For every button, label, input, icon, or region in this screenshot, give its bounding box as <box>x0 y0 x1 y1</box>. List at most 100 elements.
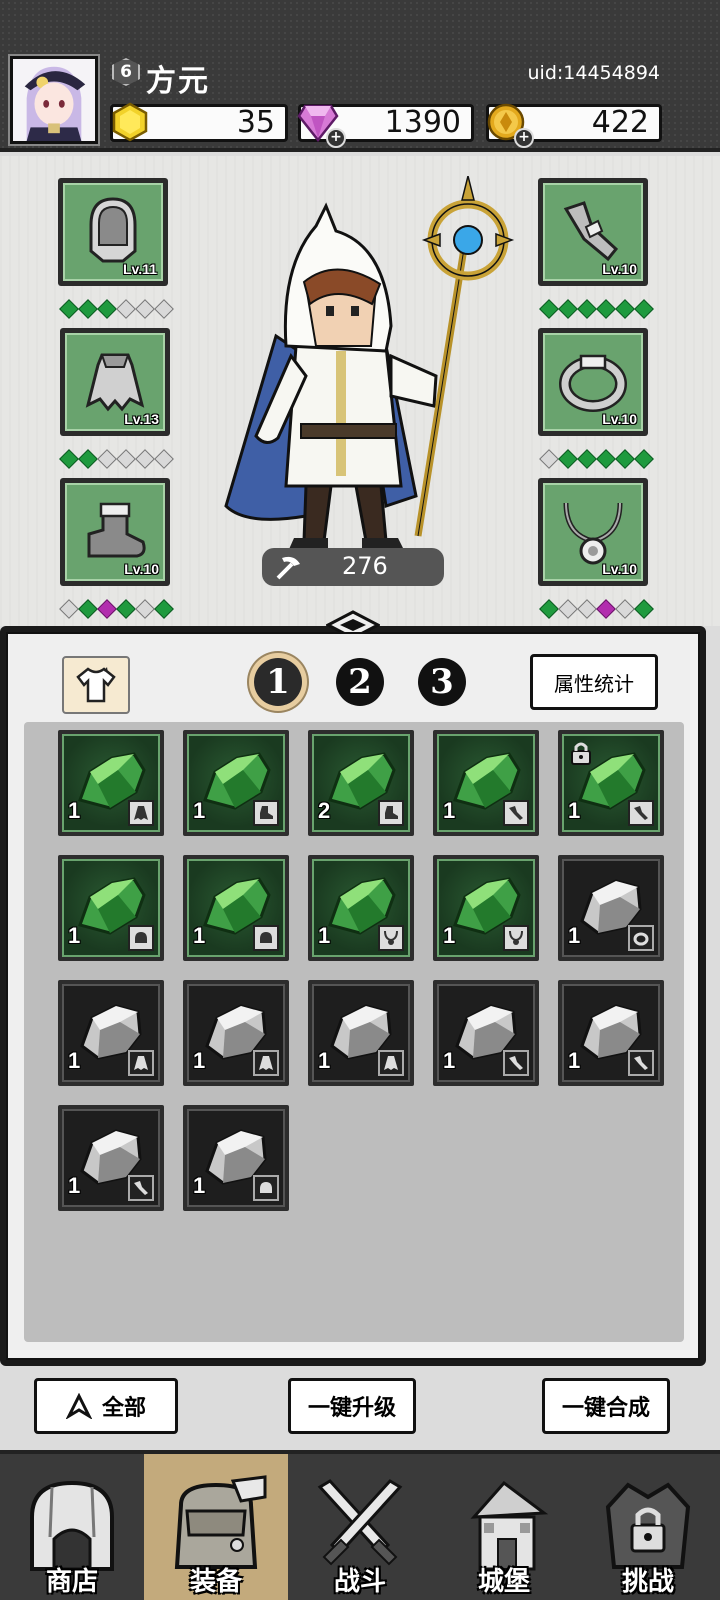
filter-all-button[interactable]: 全部 <box>34 1378 178 1434</box>
necklace-gems <box>539 599 654 619</box>
inventory-page-tab-1[interactable]: 1 <box>254 658 302 706</box>
gem-slot-1 <box>59 299 79 319</box>
combat-power-value: 276 <box>342 552 388 580</box>
wardrobe-button[interactable] <box>62 656 130 714</box>
inventory-item[interactable]: 1 <box>58 980 164 1086</box>
player-uid: uid:14454894 <box>527 62 661 84</box>
gem-slot-3 <box>97 299 117 319</box>
necklace-level: Lv.10 <box>602 561 637 577</box>
nav-challenge[interactable]: 挑战 <box>576 1454 720 1600</box>
gem-slot-6 <box>634 449 654 469</box>
inventory-item[interactable]: 1 <box>558 730 664 836</box>
item-count: 1 <box>568 798 581 823</box>
inventory-item-frame: 1 <box>562 859 660 957</box>
filter-all-label: 全部 <box>101 1395 146 1421</box>
gem-slot-3 <box>577 299 597 319</box>
merge-all-button[interactable]: 一键合成 <box>542 1378 670 1434</box>
gem-slot-5 <box>135 299 155 319</box>
nav-castle-label: 城堡 <box>477 1567 530 1597</box>
inventory-page-tab-2[interactable]: 2 <box>336 658 384 706</box>
inventory-item[interactable]: 1 <box>183 730 289 836</box>
nav-shop[interactable]: 商店 <box>0 1454 144 1600</box>
inventory-item[interactable]: 2 <box>308 730 414 836</box>
ring-icon <box>628 925 654 951</box>
bracer-icon <box>128 1175 154 1201</box>
nav-equipment[interactable]: 装备 <box>144 1454 288 1600</box>
inventory-panel: 1 2 3 属性统计 11211111111111111 <box>0 610 706 1366</box>
ring-slot[interactable]: Lv.10 <box>538 328 648 436</box>
swords-icon <box>317 1479 403 1566</box>
gem-slot-2 <box>78 449 98 469</box>
inventory-item[interactable]: 1 <box>433 730 539 836</box>
inventory-item-frame: 1 <box>62 859 160 957</box>
inventory-item-frame: 1 <box>562 734 660 832</box>
inventory-item-frame: 1 <box>562 984 660 1082</box>
add-gems-plus-icon[interactable]: + <box>326 128 346 148</box>
inventory-item[interactable]: 1 <box>183 980 289 1086</box>
helmet-slot[interactable]: Lv.11 <box>58 178 168 286</box>
inventory-item-frame: 1 <box>187 1109 285 1207</box>
boots-icon <box>253 800 279 826</box>
cape-slot[interactable]: Lv.13 <box>60 328 170 436</box>
helmet-icon <box>89 197 137 263</box>
bracer-icon <box>628 1050 654 1076</box>
inventory-item[interactable]: 1 <box>433 980 539 1086</box>
bracer-icon <box>628 800 654 826</box>
item-count: 1 <box>193 1173 206 1198</box>
helmet-icon <box>253 1175 279 1201</box>
bracer-gems <box>539 299 654 319</box>
boots-gems <box>59 599 174 619</box>
necklace-slot[interactable]: Lv.10 <box>538 478 648 586</box>
inventory-item[interactable]: 1 <box>308 980 414 1086</box>
upgrade-all-button[interactable]: 一键升级 <box>288 1378 416 1434</box>
nav-battle[interactable]: 战斗 <box>288 1454 432 1600</box>
item-count: 1 <box>68 1173 81 1198</box>
gem-slot-4 <box>116 449 136 469</box>
player-avatar[interactable] <box>8 54 100 146</box>
inventory-item[interactable]: 1 <box>433 855 539 961</box>
item-count: 1 <box>568 923 581 948</box>
inventory-item[interactable]: 1 <box>58 730 164 836</box>
inventory-item[interactable]: 1 <box>308 855 414 961</box>
add-gold-plus-icon[interactable]: + <box>514 128 534 148</box>
nav-shop-label: 商店 <box>45 1567 98 1597</box>
inventory-item[interactable]: 1 <box>558 855 664 961</box>
inventory-item[interactable]: 1 <box>58 1105 164 1211</box>
bottom-navigation: 商店 装备 战斗 城堡 挑战 <box>0 1450 720 1600</box>
helmet-icon <box>253 925 279 951</box>
inventory-page-tab-3[interactable]: 3 <box>418 658 466 706</box>
gem-slot-2 <box>78 299 98 319</box>
cape-icon <box>85 353 145 412</box>
gem-slot-4 <box>596 299 616 319</box>
boots-slot[interactable]: Lv.10 <box>60 478 170 586</box>
gem-slot-6 <box>634 599 654 619</box>
gem-slot-2 <box>78 599 98 619</box>
inventory-item[interactable]: 1 <box>183 855 289 961</box>
item-count: 1 <box>568 1048 581 1073</box>
gem-slot-3 <box>97 449 117 469</box>
player-level-badge: 6 <box>112 58 140 86</box>
nav-castle[interactable]: 城堡 <box>432 1454 576 1600</box>
shop-icon <box>30 1480 114 1571</box>
item-count: 1 <box>443 798 456 823</box>
inventory-item-frame: 1 <box>437 859 535 957</box>
item-count: 1 <box>193 923 206 948</box>
item-count: 1 <box>68 923 81 948</box>
bracer-slot[interactable]: Lv.10 <box>538 178 648 286</box>
pickaxe-icon <box>276 556 300 580</box>
item-count: 1 <box>193 798 206 823</box>
inventory-item[interactable]: 1 <box>58 855 164 961</box>
boots-icon <box>378 800 404 826</box>
item-count: 1 <box>318 923 331 948</box>
inventory-item[interactable]: 1 <box>183 1105 289 1211</box>
gem-slot-2 <box>558 599 578 619</box>
item-count: 1 <box>443 923 456 948</box>
cape-icon <box>253 1050 279 1076</box>
gem-slot-4 <box>596 449 616 469</box>
inventory-item-frame: 1 <box>62 1109 160 1207</box>
energy-crystal-icon <box>108 100 152 144</box>
inventory-item[interactable]: 1 <box>558 980 664 1086</box>
attribute-stats-button[interactable]: 属性统计 <box>530 654 658 710</box>
bracer-level: Lv.10 <box>602 261 637 277</box>
necklace-icon <box>378 925 404 951</box>
